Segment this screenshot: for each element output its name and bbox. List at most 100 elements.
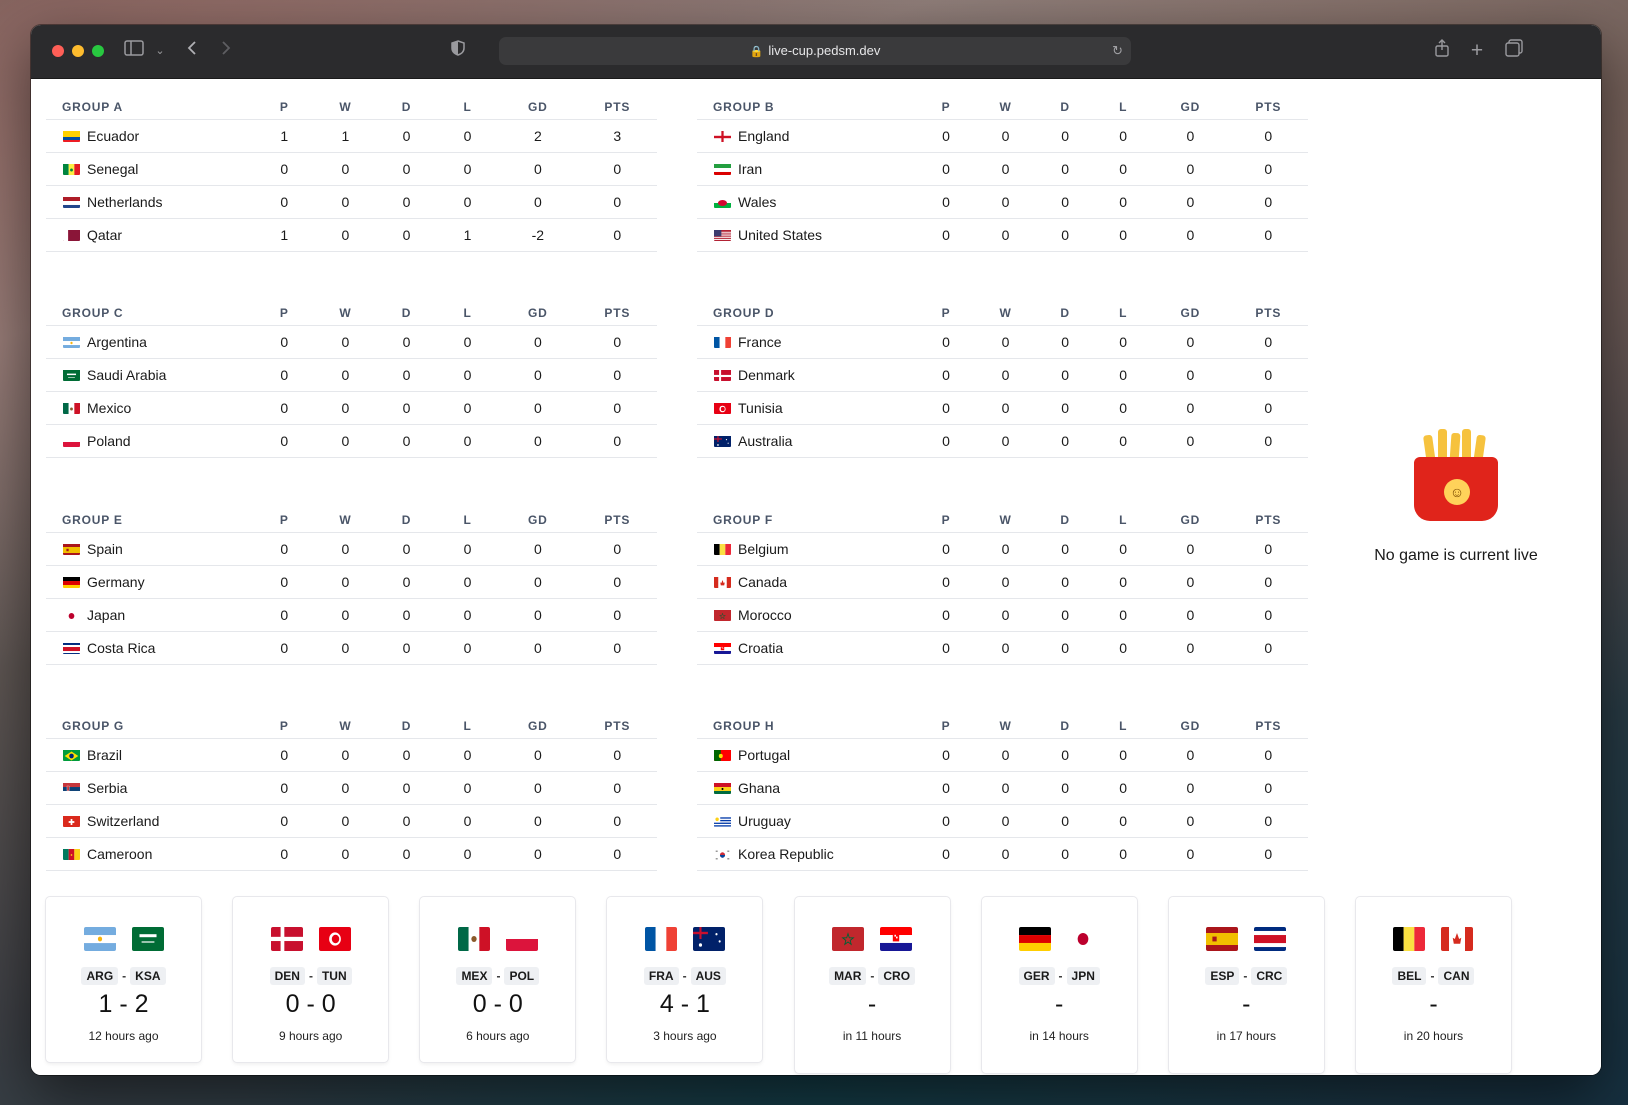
minimize-window-button[interactable] [72, 45, 84, 57]
table-row[interactable]: Uruguay 0 0 0 0 0 0 [697, 804, 1308, 838]
table-row[interactable]: Brazil 0 0 0 0 0 0 [46, 738, 657, 772]
match-card[interactable]: MEX - POL 0 - 0 6 hours ago [420, 897, 576, 1062]
reload-icon[interactable]: ↻ [1112, 37, 1123, 65]
flag-esp-icon [63, 543, 80, 555]
stat-w: 0 [314, 424, 376, 458]
stat-p: 0 [253, 771, 315, 805]
table-row[interactable]: Korea Republic 0 0 0 0 0 0 [697, 837, 1308, 871]
stat-w: 0 [975, 424, 1037, 458]
sidebar-icon[interactable] [123, 39, 145, 63]
column-header-l: L [463, 99, 472, 114]
stat-w: 0 [314, 738, 376, 772]
group-c-table: GROUP C P W D L GD PTS Argentina 0 0 0 0 0 0 Saudi Ara… [46, 296, 657, 458]
table-row[interactable]: Ghana 0 0 0 0 0 0 [697, 771, 1308, 805]
table-row[interactable]: Switzerland 0 0 0 0 0 0 [46, 804, 657, 838]
team-cell: Argentina [46, 325, 254, 359]
column-header-w: W [339, 719, 352, 734]
table-row[interactable]: Cameroon 0 0 0 0 0 0 [46, 837, 657, 871]
stat-p: 0 [253, 531, 315, 565]
new-tab-icon[interactable]: + [1468, 39, 1486, 63]
stat-pts: 0 [1228, 217, 1308, 252]
table-row[interactable]: Qatar 1 0 0 1 -2 0 [46, 217, 657, 252]
table-row[interactable]: Iran 0 0 0 0 0 0 [697, 151, 1308, 185]
stat-p: 0 [916, 391, 975, 425]
flag-cmr-icon [63, 848, 80, 860]
table-row[interactable]: Germany 0 0 0 0 0 0 [46, 564, 657, 598]
table-row[interactable]: England 0 0 0 0 0 0 [697, 118, 1308, 152]
table-row[interactable]: Netherlands 0 0 0 0 0 0 [46, 184, 657, 218]
table-row[interactable]: Poland 0 0 0 0 0 0 [46, 424, 657, 458]
stat-d: 0 [1036, 597, 1095, 631]
table-row[interactable]: Wales 0 0 0 0 0 0 [697, 184, 1308, 218]
table-row[interactable]: Serbia 0 0 0 0 0 0 [46, 771, 657, 805]
flag-can-icon [1441, 927, 1474, 951]
table-row[interactable]: Denmark 0 0 0 0 0 0 [697, 358, 1308, 392]
table-row[interactable]: Costa Rica 0 0 0 0 0 0 [46, 630, 657, 665]
stat-l: 0 [437, 804, 499, 838]
privacy-shield-icon[interactable] [449, 39, 467, 63]
stat-gd: 0 [498, 804, 578, 838]
stat-gd: 0 [1152, 118, 1229, 152]
match-card[interactable]: MAR - CRO - in 11 hours [794, 897, 950, 1073]
table-row[interactable]: United States 0 0 0 0 0 0 [697, 217, 1308, 252]
team-cell: Croatia [697, 630, 917, 665]
match-card[interactable]: ESP - CRC - in 17 hours [1168, 897, 1324, 1073]
stat-w: 0 [314, 184, 376, 218]
table-row[interactable]: Saudi Arabia 0 0 0 0 0 0 [46, 358, 657, 392]
match-card[interactable]: FRA - AUS 4 - 1 3 hours ago [607, 897, 763, 1062]
home-team-code: MAR [829, 967, 867, 985]
column-header-gd: GD [528, 306, 548, 321]
stat-p: 0 [253, 597, 315, 631]
match-card[interactable]: DEN - TUN 0 - 0 9 hours ago [233, 897, 389, 1062]
table-row[interactable]: Tunisia 0 0 0 0 0 0 [697, 391, 1308, 425]
stat-l: 0 [1094, 738, 1153, 772]
table-row[interactable]: Mexico 0 0 0 0 0 0 [46, 391, 657, 425]
flag-mex-icon [63, 402, 80, 414]
table-row[interactable]: Portugal 0 0 0 0 0 0 [697, 738, 1308, 772]
stat-l: 0 [437, 630, 499, 665]
stat-pts: 0 [1228, 771, 1308, 805]
column-header-pts: PTS [1255, 512, 1282, 527]
share-icon[interactable] [1433, 39, 1451, 63]
team-name: Japan [87, 606, 126, 623]
stat-p: 0 [916, 424, 975, 458]
chevron-down-icon[interactable]: ⌄ [153, 39, 167, 63]
table-row[interactable]: Argentina 0 0 0 0 0 0 [46, 325, 657, 359]
team-cell: Brazil [46, 738, 254, 772]
team-name: Tunisia [738, 400, 783, 416]
table-row[interactable]: Morocco 0 0 0 0 0 0 [697, 597, 1308, 631]
flag-arg-icon [63, 336, 80, 348]
flag-esp-icon [1206, 927, 1239, 951]
column-header-p: P [941, 306, 951, 321]
flag-crc-icon [1254, 927, 1287, 951]
address-bar[interactable]: 🔒 live-cup.pedsm.dev ↻ [499, 37, 1131, 65]
stat-gd: 0 [498, 325, 578, 359]
forward-icon[interactable] [217, 39, 235, 63]
stat-d: 0 [375, 597, 438, 631]
table-row[interactable]: France 0 0 0 0 0 0 [697, 325, 1308, 359]
table-row[interactable]: Japan 0 0 0 0 0 0 [46, 597, 657, 631]
match-card[interactable]: ARG - KSA 1 - 2 12 hours ago [46, 897, 201, 1062]
tab-overview-icon[interactable] [1504, 39, 1524, 63]
away-team-code: TUN [316, 967, 352, 985]
table-row[interactable]: Spain 0 0 0 0 0 0 [46, 531, 657, 565]
home-team-code: FRA [643, 967, 679, 985]
zoom-window-button[interactable] [92, 45, 104, 57]
table-row[interactable]: Croatia 0 0 0 0 0 0 [697, 630, 1308, 665]
match-card[interactable]: GER - JPN - in 14 hours [981, 897, 1137, 1073]
close-window-button[interactable] [52, 45, 64, 57]
team-name: Ecuador [87, 127, 140, 144]
back-icon[interactable] [183, 39, 201, 63]
table-row[interactable]: Australia 0 0 0 0 0 0 [697, 424, 1308, 458]
stat-gd: 0 [1152, 217, 1229, 252]
column-header-pts: PTS [604, 719, 631, 734]
match-flags [420, 927, 575, 951]
match-card[interactable]: BEL - CAN - in 20 hours [1355, 897, 1511, 1073]
team-name: Ghana [738, 780, 781, 796]
table-row[interactable]: Canada 0 0 0 0 0 0 [697, 564, 1308, 598]
table-row[interactable]: Belgium 0 0 0 0 0 0 [697, 531, 1308, 565]
match-flags [1169, 927, 1324, 951]
table-row[interactable]: Ecuador 1 1 0 0 2 3 [46, 118, 657, 152]
team-cell: Mexico [46, 391, 254, 425]
table-row[interactable]: Senegal 0 0 0 0 0 0 [46, 151, 657, 185]
